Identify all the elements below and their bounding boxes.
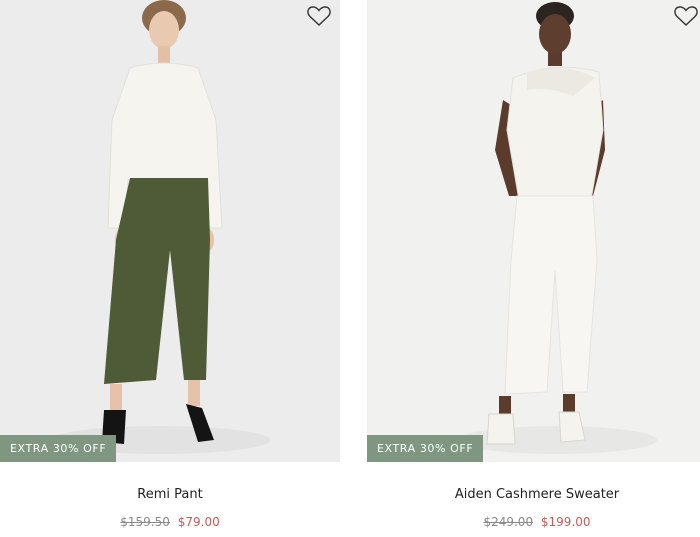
product-info: Remi Pant $159.50 $79.00 [0,487,340,529]
product-image[interactable]: EXTRA 30% OFF [367,0,700,462]
discount-badge: EXTRA 30% OFF [367,435,484,462]
model-photo-aiden-sweater [367,0,700,462]
sale-price: $79.00 [177,515,220,529]
sale-price: $199.00 [540,515,591,529]
product-card-remi-pant[interactable]: EXTRA 30% OFF Remi Pant $159.50 $79.00 [0,0,340,537]
original-price: $249.00 [483,515,534,529]
original-price: $159.50 [120,515,170,529]
product-prices: $159.50 $79.00 [0,515,340,529]
wishlist-heart-icon[interactable] [673,4,699,28]
product-name[interactable]: Aiden Cashmere Sweater [367,487,700,502]
discount-badge: EXTRA 30% OFF [0,435,117,462]
model-photo-remi-pant [0,0,340,462]
product-grid: EXTRA 30% OFF Remi Pant $159.50 $79.00 E… [0,0,700,537]
wishlist-heart-icon[interactable] [306,4,332,28]
product-prices: $249.00 $199.00 [367,515,700,529]
product-card-aiden-cashmere-sweater[interactable]: EXTRA 30% OFF Aiden Cashmere Sweater $24… [367,0,700,537]
product-image[interactable]: EXTRA 30% OFF [0,0,340,462]
product-name[interactable]: Remi Pant [0,487,340,502]
product-info: Aiden Cashmere Sweater $249.00 $199.00 [367,487,700,529]
